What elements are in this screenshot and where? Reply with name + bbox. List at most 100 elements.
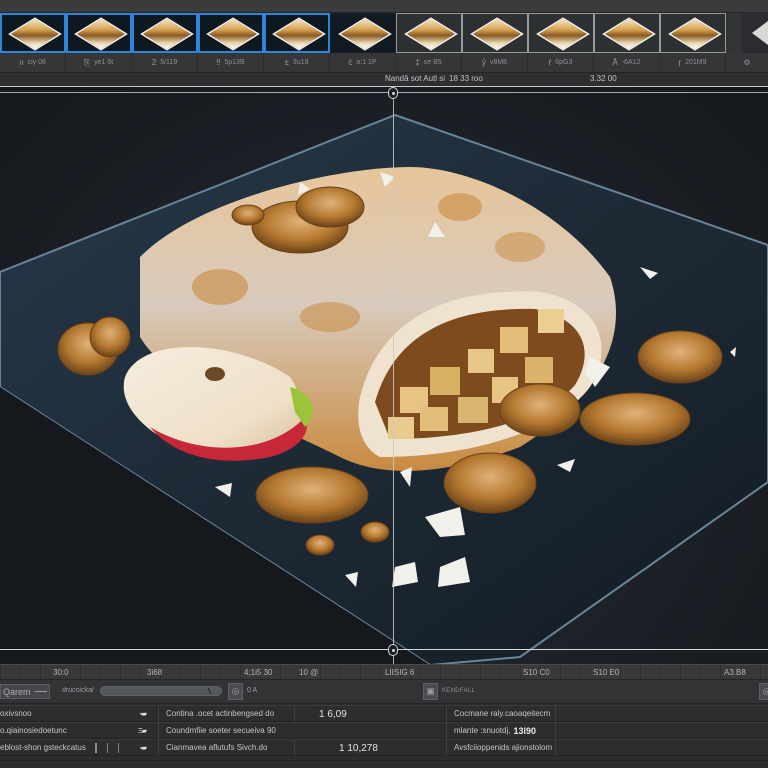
properties-right-table: Cocmane raly.caoaqeitecm mlante :snuotdj… (446, 705, 768, 756)
mode-button-label: Qarem (3, 686, 31, 697)
thumbnail[interactable] (528, 13, 594, 53)
property-cell: Cocmane raly.caoaqeitecm (446, 705, 556, 722)
property-row[interactable]: o.qiainosiedoetunc Ξ▰ (0, 722, 156, 739)
property-row[interactable]: eblost-shon gsteckcatus ▪▰ (0, 739, 156, 756)
thumbnail-labels: ıı ciy 08 ⎘ ye1 6t 2 5/119 ‼ 5p13B ±3u19 ċ a:1 1P ‡… (0, 53, 768, 72)
property-row[interactable]: mlante :snuotdj, 13l90 (446, 722, 768, 739)
thumbnail-label: ŗ 201M9 (660, 53, 726, 72)
toggle-icon[interactable]: ▪▰ (140, 710, 147, 718)
filmstrip-header (0, 0, 768, 13)
frame-label-text: ye1 6t (94, 59, 114, 66)
frame-icon: Ā (612, 58, 618, 67)
property-label: Coundmfiie soeter secueiva 90 (166, 726, 276, 735)
frame-label-text: ciy 08 (27, 59, 46, 66)
frame-label-text: se B5 (423, 59, 442, 66)
thumbnail-image (74, 19, 124, 47)
frame-icon: ⎘ (83, 57, 91, 67)
property-cell: Avsfciioppenids ajionstolom (446, 739, 556, 756)
opacity-slider[interactable] (100, 686, 222, 696)
property-label: eblost-shon gsteckcatus (0, 743, 86, 752)
thumbnail-label: Ā -6A12 (594, 53, 660, 72)
next-icon (752, 21, 768, 45)
thumbnail-label: ıı ciy 08 (0, 53, 66, 72)
thumbnail-label: ⎘ ye1 6t (66, 53, 132, 72)
frame-label-text: 3u19 (292, 59, 309, 66)
frame-icon: 2 (151, 58, 157, 67)
keyframe-button[interactable]: ▣ (423, 683, 438, 700)
property-row[interactable]: Coundmfiie soeter secueiva 90 (159, 722, 444, 739)
frame-label-text: a:1 1P (356, 59, 377, 66)
property-label: Avsfciioppenids ajionstolom (454, 743, 553, 752)
playhead[interactable] (393, 87, 394, 664)
frame-icon: ± (284, 58, 289, 67)
frame-label-text: 201M9 (685, 59, 707, 66)
toggle-icon[interactable]: Ξ▰ (138, 727, 147, 735)
thumbnail-image (536, 19, 586, 47)
property-row[interactable]: oxivsnoo ▪▰ (0, 705, 156, 722)
thumbnail[interactable] (330, 13, 396, 53)
settings-icon: ◎ (762, 686, 768, 696)
thumbnail-image (404, 19, 454, 47)
property-value[interactable]: 1 6,09 (294, 706, 445, 723)
next-thumbnail-button[interactable] (742, 13, 768, 53)
frame-label-text: 6pG3 (555, 59, 573, 66)
thumbnail[interactable] (198, 13, 264, 53)
frame-label-text: -6A12 (621, 59, 641, 66)
thumbnail-row (0, 13, 768, 53)
thumbnail[interactable] (132, 13, 198, 53)
frame-label-text: 5/119 (160, 59, 178, 66)
canvas-guide-bottom (0, 649, 768, 650)
thumbnail[interactable] (462, 13, 528, 53)
thumbnail-label: ±3u19 (264, 53, 330, 72)
keyframe-label: KENDFALL (442, 688, 476, 694)
toggle-icon[interactable]: ▪▰ (140, 744, 147, 752)
thumbnail[interactable] (66, 13, 132, 53)
thumbnail[interactable] (594, 13, 660, 53)
ruler-tick: A3.B8 (724, 668, 746, 677)
dash-icon (34, 691, 47, 692)
target-button[interactable]: ◎ (228, 683, 243, 700)
sequence-title: Nandâ sot Autl si (385, 74, 446, 83)
frame-icon: ŷ (481, 58, 486, 67)
thumbnail[interactable] (660, 13, 726, 53)
thumbnail-image (668, 19, 718, 47)
thumbnail[interactable] (264, 13, 330, 53)
timeline-ruler[interactable]: 30:0 3i68 4;1i5 30 10 @ LIISIG 6 S10 C0 … (0, 664, 768, 680)
preview-image (0, 113, 768, 664)
status-bar: Nandâ sot Autl si 18 33 roo 3.32 00 (0, 72, 768, 86)
thumbnail-image (8, 19, 58, 47)
settings-button[interactable]: ◎ (759, 683, 768, 700)
property-label: Cianmavea aflutufs Sivch.do (166, 743, 268, 752)
thumbnail-label: ŷ v8M8 (462, 53, 528, 72)
frame-icon: ċ (348, 58, 353, 67)
thumbnail-label: ŕ 6pG3 (528, 53, 594, 72)
target-icon: ◎ (231, 686, 240, 696)
preview-canvas[interactable] (0, 86, 768, 664)
property-row[interactable]: Contina .ocet actinbengsed do 1 6,09 (159, 705, 445, 723)
thumbnail-label: ċ a:1 1P (330, 53, 396, 72)
playhead-handle-bottom[interactable] (388, 644, 398, 656)
ruler-tick-current: LIISIG 6 (385, 668, 415, 677)
property-row[interactable]: Cocmane raly.caoaqeitecm (446, 705, 768, 722)
canvas-guide-top (0, 92, 768, 93)
frame-icon: ŕ (548, 58, 552, 67)
mode-button[interactable]: Qarem (0, 684, 50, 699)
thumbnail[interactable] (396, 13, 462, 53)
property-label: o.qiainosiedoetunc (0, 726, 67, 735)
property-label: Contina .ocet actinbengsed do (166, 709, 275, 718)
controls-bar: Qarem drucoickal ◎ 0 A ▣ KENDFALL ◎ (0, 680, 768, 704)
property-value[interactable]: 13l90 (513, 726, 536, 736)
property-cell: mlante :snuotdj, 13l90 (446, 722, 556, 739)
ruler-tick: 10 @ (299, 668, 319, 677)
frame-icon: ‡ (415, 58, 420, 67)
thumbnail[interactable] (0, 13, 66, 53)
property-row[interactable]: Avsfciioppenids ajionstolom (446, 739, 768, 756)
level-bars (95, 743, 119, 753)
property-row[interactable]: Cianmavea aflutufs Sivch.do 1 10,278 (159, 739, 445, 757)
playhead-handle-top[interactable] (388, 87, 398, 99)
ruler-tick: 3i68 (147, 668, 163, 677)
thumbnail-label: ‼ 5p13B (198, 53, 264, 72)
property-value[interactable]: 1 10,278 (294, 740, 445, 757)
slider-thumb[interactable] (207, 688, 215, 694)
filmstrip-settings-icon[interactable]: ⚙ (726, 53, 768, 72)
